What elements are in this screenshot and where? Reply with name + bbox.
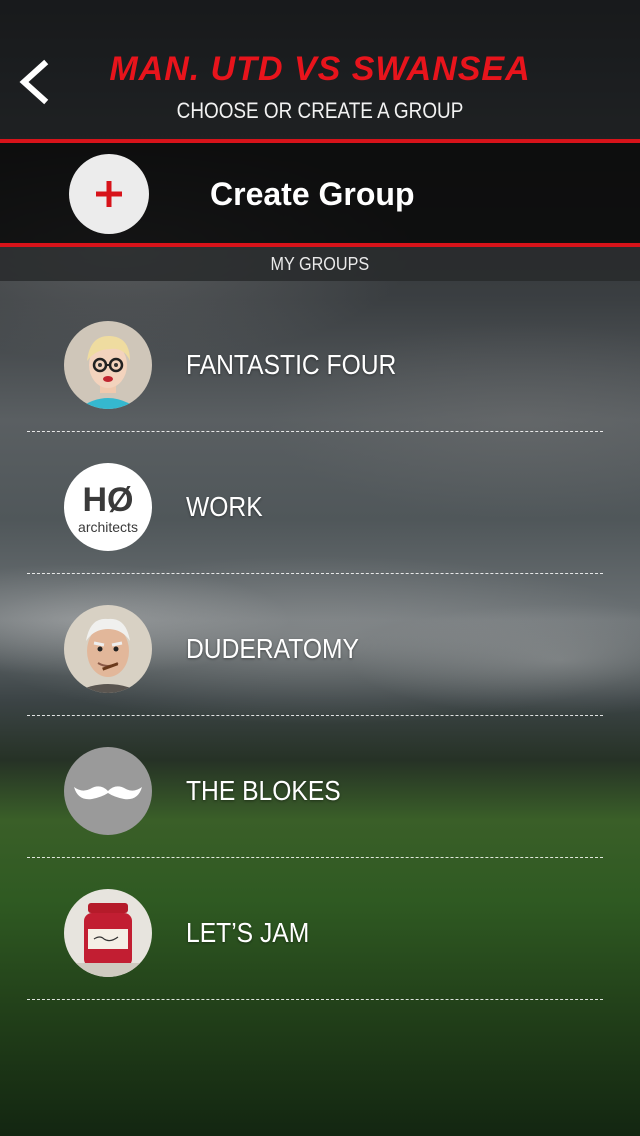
group-item-duderatomy[interactable]: DUDERATOMY [0,574,640,716]
create-group-label: Create Group [210,176,415,212]
group-item-work[interactable]: HØ architects WORK [0,432,640,574]
page-subtitle: CHOOSE OR CREATE A GROUP [176,98,464,123]
group-item-the-blokes[interactable]: THE BLOKES [0,716,640,858]
group-item-fantastic-four[interactable]: FANTASTIC FOUR [0,281,640,432]
architects-logo-text: architects [78,519,138,535]
plus-icon [96,181,122,207]
header: MAN. UTD VS SWANSEA CHOOSE OR CREATE A G… [0,0,640,140]
ho-architects-logo: HØ architects [64,463,152,551]
group-item-lets-jam[interactable]: LET’S JAM [0,858,640,1000]
group-name: DUDERATOMY [186,633,359,664]
group-list: FANTASTIC FOUR HØ architects WORK DUDERA… [0,281,640,1000]
my-groups-header: MY GROUPS [0,247,640,281]
create-group-circle[interactable] [69,154,149,234]
jam-jar-avatar [64,889,152,977]
group-name: THE BLOKES [186,775,341,806]
create-group-button[interactable]: Create Group [0,139,640,247]
group-name: LET’S JAM [186,917,310,948]
page-title: MAN. UTD VS SWANSEA [109,50,531,88]
group-name: FANTASTIC FOUR [186,349,397,380]
woman-with-glasses-avatar [64,321,152,409]
my-groups-label: MY GROUPS [270,254,370,274]
mustache-icon [64,747,152,835]
ho-logo-text: HØ [83,481,134,519]
old-man-avatar [64,605,152,693]
group-name: WORK [186,491,263,522]
